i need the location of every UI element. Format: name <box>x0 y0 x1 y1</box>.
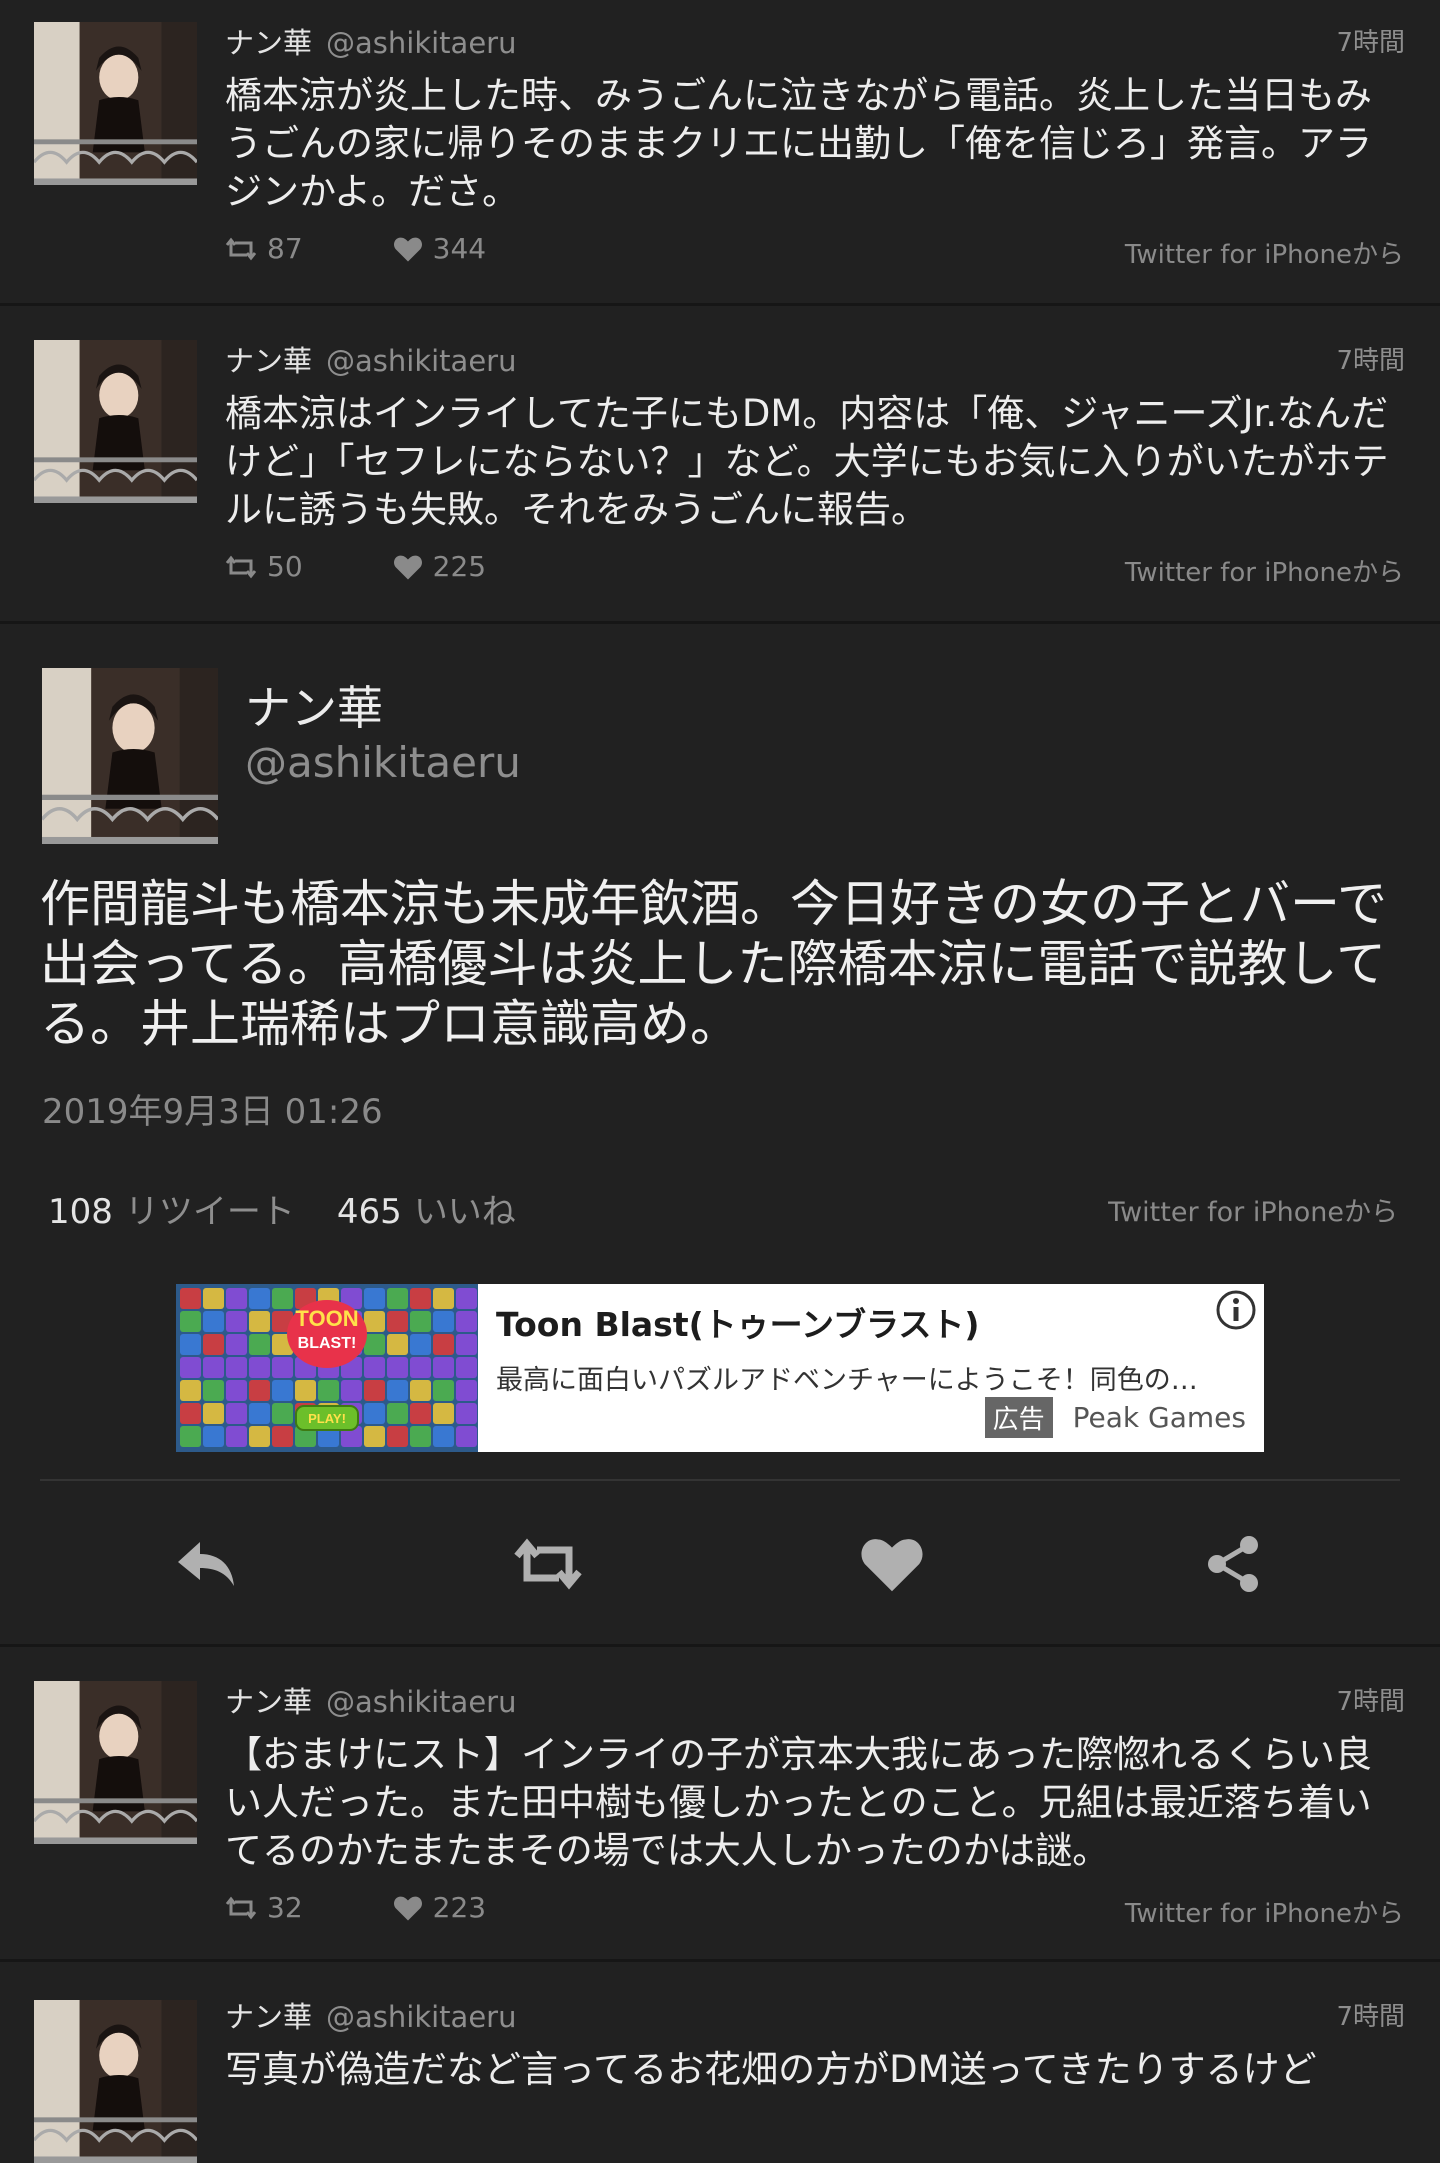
avatar[interactable] <box>34 2000 197 2163</box>
tweet-header: ナン華 @ashikitaeru <box>225 1994 516 2036</box>
retweet-icon <box>225 555 257 578</box>
action-bar <box>0 1529 1440 1609</box>
reply-button[interactable] <box>166 1529 246 1599</box>
retweet-count[interactable]: 50 <box>225 550 303 583</box>
tweet-text: 作間龍斗も橋本涼も未成年飲酒。今日好きの女の子とバーで出会ってる。高橋優斗は炎上… <box>40 875 1387 1053</box>
like-button[interactable] <box>852 1529 932 1599</box>
tweet-header: ナン華 @ashikitaeru <box>225 1679 516 1721</box>
ad-banner[interactable]: TOON BLAST! PLAY! Toon Blast(トゥーンブラスト) 最… <box>176 1284 1264 1452</box>
ad-play-button: PLAY! <box>308 1411 346 1426</box>
retweet-count[interactable]: 87 <box>225 232 303 265</box>
like-count[interactable]: 344 <box>393 232 486 265</box>
ad-logo-line2: BLAST! <box>298 1335 357 1352</box>
ad-badge: 広告 <box>984 1397 1053 1438</box>
ad-footer: 広告 Peak Games <box>984 1397 1246 1438</box>
tweet-item[interactable]: ナン華 @ashikitaeru 7時間 写真が偽造だなど言ってるお花畑の方がDM… <box>0 1962 1440 2163</box>
tweet-source[interactable]: Twitter for iPhoneから <box>1125 1893 1404 1930</box>
like-count[interactable]: 465 <box>337 1192 402 1232</box>
like-count-value: 225 <box>432 550 487 583</box>
tweet-text: 写真が偽造だなど言ってるお花畑の方がDM送ってきたりするけど <box>225 2048 1317 2091</box>
tweet-time: 7時間 <box>1336 2002 1405 2032</box>
main-tweet: ナン華 @ashikitaeru 作間龍斗も橋本涼も未成年飲酒。今日好きの女の子… <box>0 624 1440 1644</box>
user-name[interactable]: ナン華 <box>225 1685 312 1719</box>
user-handle[interactable]: @ashikitaeru <box>245 738 521 787</box>
tweet-source[interactable]: Twitter for iPhoneから <box>1125 234 1404 271</box>
tweet-stats: 87 344 <box>225 232 576 265</box>
ad-advertiser: Peak Games <box>1072 1401 1246 1434</box>
retweet-icon <box>225 237 257 260</box>
ad-logo-line1: TOON <box>295 1306 358 1331</box>
tweet-date: 2019年9月3日 01:26 <box>42 1092 383 1132</box>
ad-content[interactable]: Toon Blast(トゥーンブラスト) 最高に面白いパズルアドベンチャーによう… <box>478 1284 1264 1452</box>
retweet-icon <box>225 1896 257 1919</box>
like-count[interactable]: 225 <box>393 550 486 583</box>
tweet-item[interactable]: ナン華 @ashikitaeru 7時間 橋本涼はインライしてた子にもDM。内容は… <box>0 318 1440 624</box>
divider <box>40 1479 1400 1481</box>
heart-icon <box>393 555 422 579</box>
retweet-label[interactable]: リツイート <box>125 1192 295 1232</box>
avatar[interactable] <box>42 668 218 844</box>
like-count-value: 344 <box>432 232 487 265</box>
retweet-count-value: 87 <box>267 232 303 265</box>
user-handle[interactable]: @ashikitaeru <box>326 26 516 60</box>
user-handle[interactable]: @ashikitaeru <box>326 2000 516 2034</box>
user-handle[interactable]: @ashikitaeru <box>326 1685 516 1719</box>
retweet-button[interactable] <box>508 1529 588 1599</box>
tweet-stats: 50 225 <box>225 550 576 583</box>
heart-icon <box>861 1539 923 1592</box>
retweet-count[interactable]: 108 <box>48 1192 113 1232</box>
ad-description: 最高に面白いパズルアドベンチャーにようこそ！同色の… <box>496 1365 1198 1396</box>
like-count[interactable]: 223 <box>393 1891 486 1924</box>
tweet-text: 【おまけにスト】インライの子が京本大我にあった際惚れるくらい良い人だった。また田… <box>225 1733 1372 1872</box>
retweet-count[interactable]: 32 <box>225 1891 303 1924</box>
user-name[interactable]: ナン華 <box>225 344 312 378</box>
tweet-header: ナン華 @ashikitaeru <box>225 20 516 62</box>
retweet-count-value: 50 <box>267 550 303 583</box>
like-count-value: 223 <box>432 1891 487 1924</box>
engagement-counts: 108 リツイート 465 いいね <box>48 1184 558 1233</box>
share-icon <box>1208 1536 1258 1592</box>
tweet-time: 7時間 <box>1336 346 1405 376</box>
ad-title[interactable]: Toon Blast(トゥーンブラスト) <box>496 1298 1246 1346</box>
tweet-time: 7時間 <box>1336 1687 1405 1717</box>
tweet-item[interactable]: ナン華 @ashikitaeru 7時間 橋本涼が炎上した時、みうごんに泣きながら… <box>0 0 1440 306</box>
tweet-time: 7時間 <box>1336 28 1405 58</box>
user-name[interactable]: ナン華 <box>225 2000 312 2034</box>
heart-icon <box>393 237 422 261</box>
tweet-item[interactable]: ナン華 @ashikitaeru 7時間 【おまけにスト】インライの子が京本大我に… <box>0 1644 1440 1962</box>
tweet-source[interactable]: Twitter for iPhoneから <box>1108 1190 1398 1229</box>
tweet-stats: 32 223 <box>225 1891 576 1924</box>
tweet-text: 橋本涼はインライしてた子にもDM。内容は「俺、ジャニーズJr.なんだけど」「セフ… <box>225 392 1389 531</box>
user-handle[interactable]: @ashikitaeru <box>326 344 516 378</box>
retweet-count-value: 32 <box>267 1891 303 1924</box>
retweet-icon <box>514 1538 582 1590</box>
ad-image[interactable]: TOON BLAST! PLAY! <box>176 1284 478 1452</box>
user-name[interactable]: ナン華 <box>245 672 383 738</box>
avatar[interactable] <box>34 340 197 503</box>
reply-icon <box>178 1542 234 1586</box>
tweet-header: ナン華 @ashikitaeru <box>225 338 516 380</box>
user-name[interactable]: ナン華 <box>225 26 312 60</box>
heart-icon <box>393 1896 422 1920</box>
info-icon[interactable] <box>1214 1288 1258 1336</box>
avatar[interactable] <box>34 22 197 185</box>
like-label[interactable]: いいね <box>414 1192 516 1232</box>
avatar[interactable] <box>34 1681 197 1844</box>
tweet-source[interactable]: Twitter for iPhoneから <box>1125 552 1404 589</box>
share-button[interactable] <box>1194 1529 1274 1599</box>
tweet-text: 橋本涼が炎上した時、みうごんに泣きながら電話。炎上した当日もみうごんの家に帰りそ… <box>225 74 1372 213</box>
